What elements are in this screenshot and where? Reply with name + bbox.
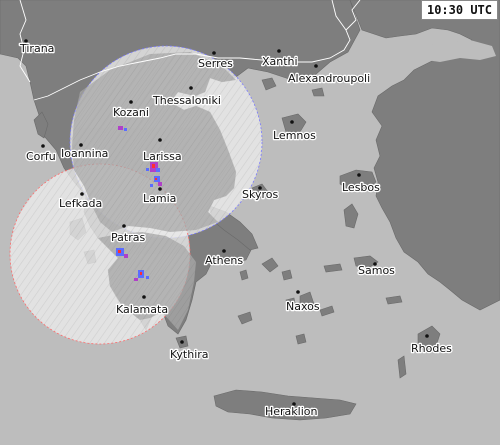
map-canvas: Tirana Serres Xanthi Alexandroupoli KozaniTh… (0, 0, 500, 445)
city-dot-alexandroupoli (314, 64, 318, 68)
city-label-patras: Patras (111, 231, 145, 244)
city-dot-lefkada (80, 192, 84, 196)
city-label-athens: Athens (205, 254, 243, 267)
city-dot-patras (122, 224, 126, 228)
city-skyros: Skyros (241, 186, 280, 202)
city-label-lesbos: Lesbos (342, 181, 380, 194)
city-samos: Samos (357, 262, 396, 278)
city-label-naxos: Naxos (286, 300, 320, 313)
city-label-xanthi: Xanthi (262, 55, 298, 68)
city-label-rhodes: Rhodes (411, 342, 452, 355)
city-dot-kythira (180, 340, 184, 344)
city-label-serres: Serres (198, 57, 233, 70)
city-label-corfu: Corfu (26, 150, 56, 163)
city-label-lefkada: Lefkada (59, 197, 102, 210)
city-dot-corfu (41, 144, 45, 148)
city-label-larissa: Larissa (143, 150, 182, 163)
city-dot-larissa (158, 138, 162, 142)
city-dot-kozani (129, 100, 133, 104)
santorini-island (295, 333, 307, 345)
city-label-tirana: Tirana (19, 42, 54, 55)
city-dot-lemnos (290, 120, 294, 124)
city-dot-athens (222, 249, 226, 253)
city-dot-serres (212, 51, 216, 55)
radar-map: Tirana Serres Xanthi Alexandroupoli Kozani Th… (0, 0, 500, 445)
city-label-lemnos: Lemnos (273, 129, 316, 142)
city-label-kythira: Kythira (170, 348, 209, 361)
city-label-ioannina: Ioannina (61, 147, 108, 160)
city-dot-lesbos (357, 173, 361, 177)
city-dot-thessaloniki (189, 86, 193, 90)
city-label-samos: Samos (358, 264, 395, 277)
tinos-island (281, 269, 293, 281)
city-dot-xanthi (277, 49, 281, 53)
city-label-lamia: Lamia (143, 192, 176, 205)
city-dot-naxos (296, 290, 300, 294)
city-label-kozani: Kozani (113, 106, 149, 119)
city-heraklion: Heraklion (264, 402, 319, 419)
timestamp-badge: 10:30 UTC (420, 0, 498, 20)
city-label-heraklion: Heraklion (265, 405, 318, 418)
city-tirana: Tirana (18, 39, 56, 56)
city-dot-rhodes (425, 334, 429, 338)
city-dot-lamia (158, 187, 162, 191)
city-dot-kalamata (142, 295, 146, 299)
city-label-alexandroupoli: Alexandroupoli (288, 72, 370, 85)
city-label-skyros: Skyros (242, 188, 278, 201)
city-label-kalamata: Kalamata (116, 303, 168, 316)
city-label-thessaloniki: Thessaloniki (152, 94, 221, 107)
